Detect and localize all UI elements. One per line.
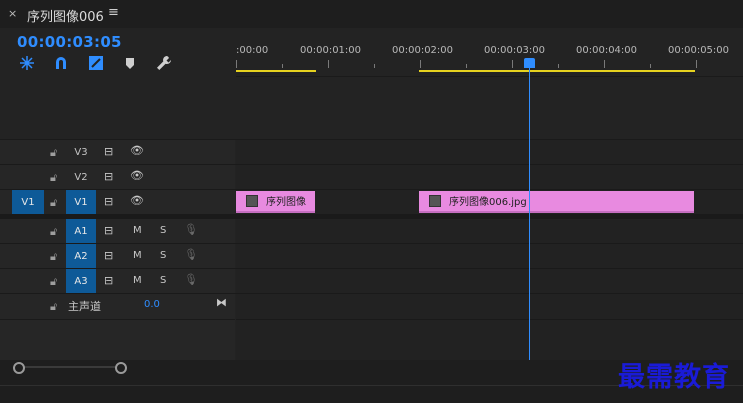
mute-button[interactable]: M bbox=[133, 275, 142, 286]
eye-icon[interactable]: 👁︎ bbox=[130, 169, 144, 182]
track-row-v1: V1 🔓︎ V1 ⊟ 👁︎ 序列图像 序列图像006.jpg bbox=[0, 189, 743, 215]
track-name-v3[interactable]: V3 bbox=[66, 140, 96, 165]
playhead-line[interactable] bbox=[529, 67, 530, 360]
film-icon[interactable]: ⊟ bbox=[104, 170, 113, 183]
solo-button[interactable]: S bbox=[160, 225, 166, 236]
ruler-label: :00:00 bbox=[236, 45, 269, 56]
master-volume-value[interactable]: 0.0 bbox=[144, 299, 160, 310]
snap-icon[interactable] bbox=[53, 55, 69, 71]
solo-button[interactable]: S bbox=[160, 250, 166, 261]
panel-menu-icon[interactable]: ≡ bbox=[108, 5, 119, 20]
nest-sequence-icon[interactable] bbox=[19, 55, 35, 71]
render-bar bbox=[236, 70, 316, 72]
add-marker-icon[interactable] bbox=[122, 55, 138, 71]
clip-label: 序列图像 bbox=[266, 197, 306, 208]
trim-icon[interactable]: ⧓ bbox=[216, 296, 227, 309]
eye-icon[interactable]: 👁︎ bbox=[130, 144, 144, 157]
lock-icon[interactable]: 🔓︎ bbox=[50, 196, 57, 210]
lock-icon[interactable]: 🔓︎ bbox=[50, 225, 57, 239]
ruler-label: 00:00:03:00 bbox=[484, 45, 546, 56]
film-icon[interactable]: ⊟ bbox=[104, 195, 113, 208]
zoom-left-handle[interactable] bbox=[13, 362, 25, 374]
close-tab-icon[interactable]: × bbox=[8, 7, 17, 20]
ruler-label: 00:00:05:00 bbox=[668, 45, 730, 56]
lock-icon[interactable]: 🔓︎ bbox=[50, 250, 57, 264]
master-track-label: 主声道 bbox=[68, 300, 101, 313]
playhead-timecode[interactable]: 00:00:03:05 bbox=[17, 33, 122, 51]
track-name-v2[interactable]: V2 bbox=[66, 165, 96, 190]
timeline-empty-area bbox=[236, 76, 743, 139]
solo-button[interactable]: S bbox=[160, 275, 166, 286]
mic-icon[interactable]: 🎙︎ bbox=[184, 223, 198, 236]
film-icon[interactable]: ⊟ bbox=[104, 145, 113, 158]
track-row-master: 🔓︎ 主声道 0.0 ⧓ bbox=[0, 293, 743, 319]
render-bar bbox=[419, 70, 695, 72]
track-name-v1[interactable]: V1 bbox=[66, 190, 96, 215]
watermark-logo: 最需教育 bbox=[618, 362, 730, 393]
lock-icon[interactable]: 🔓︎ bbox=[50, 275, 57, 289]
eye-icon[interactable]: 👁︎ bbox=[130, 194, 144, 207]
track-row-v2: 🔓︎ V2 ⊟ 👁︎ bbox=[0, 164, 743, 190]
track-row-a3: 🔓︎ A3 ⊟ M S 🎙︎ bbox=[0, 268, 743, 294]
ruler-label: 00:00:04:00 bbox=[576, 45, 638, 56]
zoom-scroll-track[interactable] bbox=[18, 366, 118, 368]
track-row-a1: 🔓︎ A1 ⊟ M S 🎙︎ bbox=[0, 218, 743, 244]
lock-icon[interactable]: 🔓︎ bbox=[50, 171, 57, 185]
track-row-a2: 🔓︎ A2 ⊟ M S 🎙︎ bbox=[0, 243, 743, 269]
wrench-icon[interactable] bbox=[156, 55, 172, 71]
clip[interactable]: 序列图像 bbox=[236, 191, 315, 213]
fx-icon bbox=[429, 195, 441, 207]
sequence-tab-title[interactable]: 序列图像006 bbox=[27, 6, 104, 25]
linked-selection-icon[interactable] bbox=[88, 55, 104, 71]
track-name-a1[interactable]: A1 bbox=[66, 219, 96, 244]
mute-button[interactable]: M bbox=[133, 250, 142, 261]
source-patch-v1[interactable]: V1 bbox=[12, 190, 44, 215]
lock-icon[interactable]: 🔓︎ bbox=[50, 300, 57, 314]
fx-icon bbox=[246, 195, 258, 207]
film-icon[interactable]: ⊟ bbox=[104, 224, 113, 237]
lock-icon[interactable]: 🔓︎ bbox=[50, 146, 57, 160]
track-header-empty bbox=[0, 319, 235, 361]
film-icon[interactable]: ⊟ bbox=[104, 249, 113, 262]
ruler-label: 00:00:01:00 bbox=[300, 45, 362, 56]
track-name-a2[interactable]: A2 bbox=[66, 244, 96, 269]
film-icon[interactable]: ⊟ bbox=[104, 274, 113, 287]
ruler-label: 00:00:02:00 bbox=[392, 45, 454, 56]
track-name-a3[interactable]: A3 bbox=[66, 269, 96, 294]
mute-button[interactable]: M bbox=[133, 225, 142, 236]
mic-icon[interactable]: 🎙︎ bbox=[184, 273, 198, 286]
zoom-right-handle[interactable] bbox=[115, 362, 127, 374]
clip[interactable]: 序列图像006.jpg bbox=[419, 191, 694, 213]
mic-icon[interactable]: 🎙︎ bbox=[184, 248, 198, 261]
track-row-v3: 🔓︎ V3 ⊟ 👁︎ bbox=[0, 139, 743, 165]
clip-label: 序列图像006.jpg bbox=[449, 197, 527, 208]
ruler-ticks bbox=[236, 60, 697, 68]
